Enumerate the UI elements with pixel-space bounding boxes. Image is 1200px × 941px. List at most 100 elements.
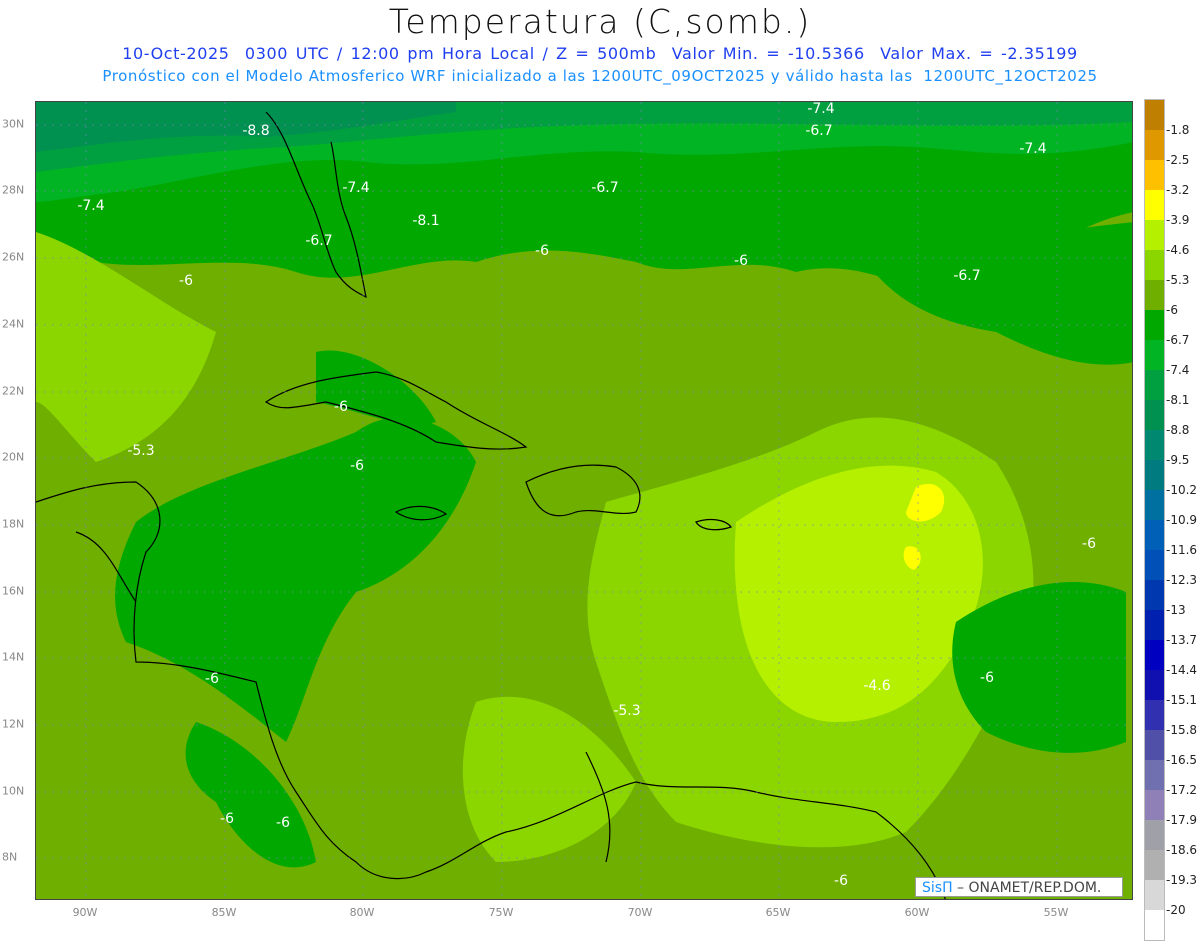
colorbar-label: -16.5 [1166,753,1198,767]
lat-label: 26N [2,250,25,264]
colorbar-swatch [1145,130,1164,160]
colorbar-swatch [1145,490,1164,520]
lon-label: 75W [488,906,514,919]
colorbar-label: -14.4 [1166,663,1198,677]
model-info-line: Pronóstico con el Modelo Atmosferico WRF… [102,67,1098,85]
lat-label: 20N [2,450,25,464]
chart-title: Temperatura (C,somb.) [388,2,812,41]
colorbar-swatch [1145,790,1164,820]
colorbar-label: -8.8 [1166,423,1190,437]
contour-label: -6 [980,670,994,686]
contour-label: -5.3 [613,703,641,719]
contour-label: -6.7 [591,180,619,196]
contour-label: -6 [734,253,748,269]
lon-label: 65W [765,906,791,919]
contour-label: -6 [535,243,549,259]
contour-label: -5.3 [127,443,155,459]
colorbar-label: -8.1 [1166,393,1190,407]
contour-label: -6 [276,815,290,831]
colorbar-label: -19.3 [1166,873,1198,887]
contour-label: -6 [205,671,219,687]
contour-label: -8.1 [412,213,440,229]
lat-label: 14N [2,650,25,664]
contour-label: -6.7 [953,268,981,284]
colorbar-swatch [1145,820,1164,850]
colorbar-swatch [1145,850,1164,880]
colorbar-swatch [1145,610,1164,640]
lat-label: 10N [2,784,25,798]
colorbar-swatch [1145,550,1164,580]
colorbar-label: -3.9 [1166,213,1190,227]
contour-label: -6.7 [805,123,833,139]
lat-label: 24N [2,317,25,331]
contour-label: -6 [179,273,193,289]
contour-label: -8.8 [242,123,270,139]
colorbar-swatch [1145,460,1164,490]
colorbar-label: -20 [1166,903,1186,917]
colorbar-label: -12.3 [1166,573,1198,587]
colorbar-label: -7.4 [1166,363,1190,377]
colorbar-swatch [1145,910,1164,940]
contour-label: -6.7 [305,233,333,249]
lat-label: 16N [2,584,25,598]
colorbar-swatch [1145,340,1164,370]
credit-text: – ONAMET/REP.DOM. [952,880,1102,896]
colorbar-label: -15.1 [1166,693,1198,707]
colorbar-swatch [1145,880,1164,910]
colorbar-label: -17.2 [1166,783,1198,797]
lon-label: 85W [211,906,237,919]
colorbar-swatch [1145,190,1164,220]
credit-box: SisΠ – ONAMET/REP.DOM. [915,877,1123,897]
colorbar-label: -10.9 [1166,513,1198,527]
contour-label: -7.4 [77,198,105,214]
colorbar-label: -6 [1166,303,1178,317]
temperature-map: -7.4 -8.8 -6.7 -7.4 -7.4 -6.7 -7.4 -8.1 … [35,101,1133,900]
colorbar-swatch [1145,580,1164,610]
lat-label: 22N [2,384,25,398]
contour-label: -4.6 [863,678,891,694]
colorbar-label: -10.2 [1166,483,1198,497]
colorbar-label: -13 [1166,603,1186,617]
colorbar-label: -11.6 [1166,543,1198,557]
colorbar-swatch [1145,640,1164,670]
colorbar-label: -13.7 [1166,633,1198,647]
contour-label: -7.4 [342,180,370,196]
contour-label: -6 [350,458,364,474]
colorbar-swatch [1145,430,1164,460]
lat-label: 8N [2,850,18,864]
contour-label: -6 [1082,536,1096,552]
lat-label: 18N [2,517,25,531]
lat-label: 30N [2,117,25,131]
colorbar-swatch [1145,100,1164,130]
colorbar-label: -15.8 [1166,723,1198,737]
colorbar-swatch [1145,250,1164,280]
colorbar-swatch [1145,400,1164,430]
lon-label: 55W [1043,906,1069,919]
colorbar-label: -17.9 [1166,813,1198,827]
colorbar-label: -3.2 [1166,183,1190,197]
colorbar-label: -18.6 [1166,843,1198,857]
lon-label: 60W [904,906,930,919]
colorbar-swatch [1145,160,1164,190]
colorbar-swatch [1145,760,1164,790]
colorbar-label: -6.7 [1166,333,1190,347]
colorbar-swatch [1145,310,1164,340]
colorbar-swatch [1145,700,1164,730]
contour-label: -6 [220,811,234,827]
colorbar-label: -2.5 [1166,153,1190,167]
contour-label: -7.4 [807,101,835,117]
colorbar-swatch [1145,370,1164,400]
colorbar-swatch [1145,280,1164,310]
colorbar-swatch [1145,520,1164,550]
colorbar-swatch [1145,670,1164,700]
lon-label: 70W [627,906,653,919]
valid-time-line: 10-Oct-2025 0300 UTC / 12:00 pm Hora Loc… [122,44,1078,63]
colorbar-label: -1.8 [1166,123,1190,137]
lon-label: 90W [72,906,98,919]
contour-label: -6 [834,873,848,889]
colorbar [1144,99,1165,941]
colorbar-swatch [1145,220,1164,250]
colorbar-label: -4.6 [1166,243,1190,257]
map-fill [36,102,1132,899]
lat-label: 12N [2,717,25,731]
